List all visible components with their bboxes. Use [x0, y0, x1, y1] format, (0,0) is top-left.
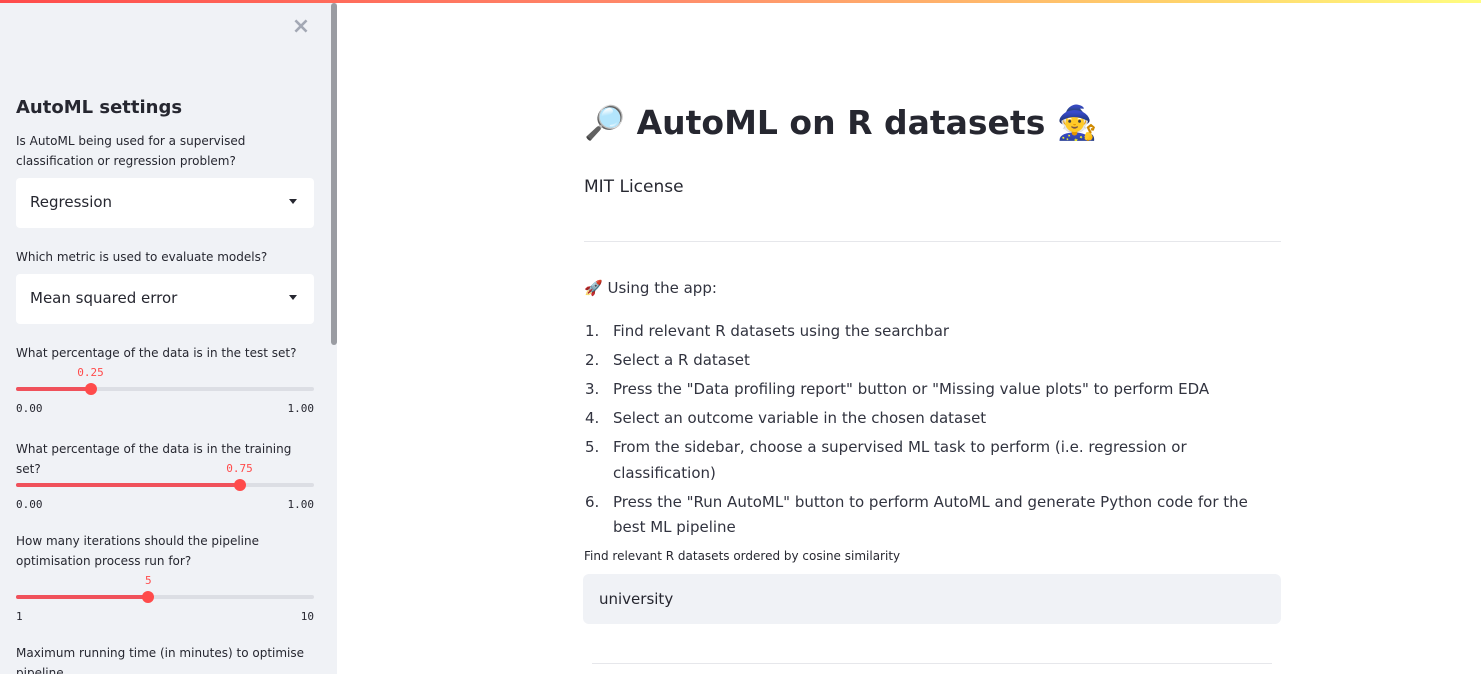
step-text: From the sidebar, choose a supervised ML… [613, 438, 1187, 482]
iterations-slider[interactable]: 5 1 10 [16, 574, 314, 628]
chevron-down-icon [289, 199, 297, 204]
step-number: 2. [585, 351, 600, 369]
slider-fill [16, 483, 240, 487]
problem-type-value: Regression [30, 193, 113, 211]
main-content: 🔎 AutoML on R datasets 🧙 MIT License 🚀 U… [337, 3, 1481, 674]
slider-min: 1 [16, 610, 23, 623]
slider-thumb[interactable] [142, 591, 155, 603]
slider-min: 0.00 [16, 498, 43, 511]
slider-max: 10 [300, 610, 314, 623]
slider-value: 0.25 [77, 366, 104, 379]
slider-max: 1.00 [287, 498, 315, 511]
step-text: Select a R dataset [613, 351, 750, 369]
step-text: Find relevant R datasets using the searc… [613, 322, 950, 340]
slider-value: 5 [144, 574, 152, 587]
list-item: 2. Select a R dataset [584, 348, 1284, 374]
list-item: 5. From the sidebar, choose a supervised … [584, 435, 1284, 486]
problem-type-select[interactable]: Regression [16, 178, 314, 228]
divider [584, 241, 1281, 242]
slider-fill [16, 387, 91, 391]
list-item: 1. Find relevant R datasets using the sea… [584, 319, 1284, 345]
chevron-down-icon [289, 295, 297, 300]
test-set-slider[interactable]: 0.25 0.00 1.00 [16, 366, 315, 420]
slider-max: 1.00 [287, 402, 315, 415]
iterations-label: How many iterations should the pipeline … [16, 534, 260, 568]
using-heading: 🚀 Using the app: [584, 279, 717, 297]
wizard-icon: 🧙 [1056, 103, 1098, 142]
slider-fill [16, 595, 149, 599]
using-text: Using the app: [607, 279, 717, 297]
rocket-icon: 🚀 [584, 279, 603, 297]
page-title-text: AutoML on R datasets [636, 103, 1046, 142]
max-time-label: Maximum running time (in minutes) to opt… [16, 646, 305, 674]
step-number: 6. [585, 492, 600, 511]
divider [592, 663, 1272, 664]
magnifier-icon: 🔎 [584, 103, 626, 142]
training-set-slider[interactable]: 0.75 0.00 1.00 [16, 462, 315, 516]
slider-thumb[interactable] [233, 479, 246, 491]
search-label: Find relevant R datasets ordered by cosi… [584, 549, 901, 563]
step-number: 1. [585, 322, 600, 340]
steps-list: 1. Find relevant R datasets using the sea… [584, 319, 1284, 544]
step-number: 3. [585, 380, 600, 398]
test-set-label: What percentage of the data is in the te… [16, 346, 297, 360]
close-icon[interactable]: × [291, 16, 311, 38]
slider-value: 0.75 [226, 462, 253, 475]
step-number: 5. [585, 438, 600, 456]
problem-type-label: Is AutoML being used for a supervised cl… [16, 134, 246, 168]
step-text: Press the "Run AutoML" button to perform… [613, 492, 1248, 537]
sidebar: × AutoML settings Is AutoML being used f… [0, 3, 337, 674]
metric-value: Mean squared error [30, 289, 178, 307]
license-subtitle: MIT License [584, 177, 684, 197]
list-item: 3. Press the "Data profiling report" butt… [584, 377, 1284, 403]
step-text: Select an outcome variable in the chosen… [613, 409, 987, 427]
step-number: 4. [585, 409, 600, 427]
metric-label: Which metric is used to evaluate models? [16, 250, 268, 264]
slider-min: 0.00 [16, 402, 43, 415]
search-input[interactable] [583, 574, 1281, 624]
metric-select[interactable]: Mean squared error [16, 274, 314, 324]
slider-thumb[interactable] [84, 383, 97, 395]
sidebar-title: AutoML settings [16, 97, 183, 118]
step-text: Press the "Data profiling report" button… [613, 380, 1210, 398]
page-title: 🔎 AutoML on R datasets 🧙 [584, 103, 1098, 143]
list-item: 4. Select an outcome variable in the chos… [584, 406, 1284, 432]
list-item: 6. Press the "Run AutoML" button to perfo… [584, 490, 1284, 541]
